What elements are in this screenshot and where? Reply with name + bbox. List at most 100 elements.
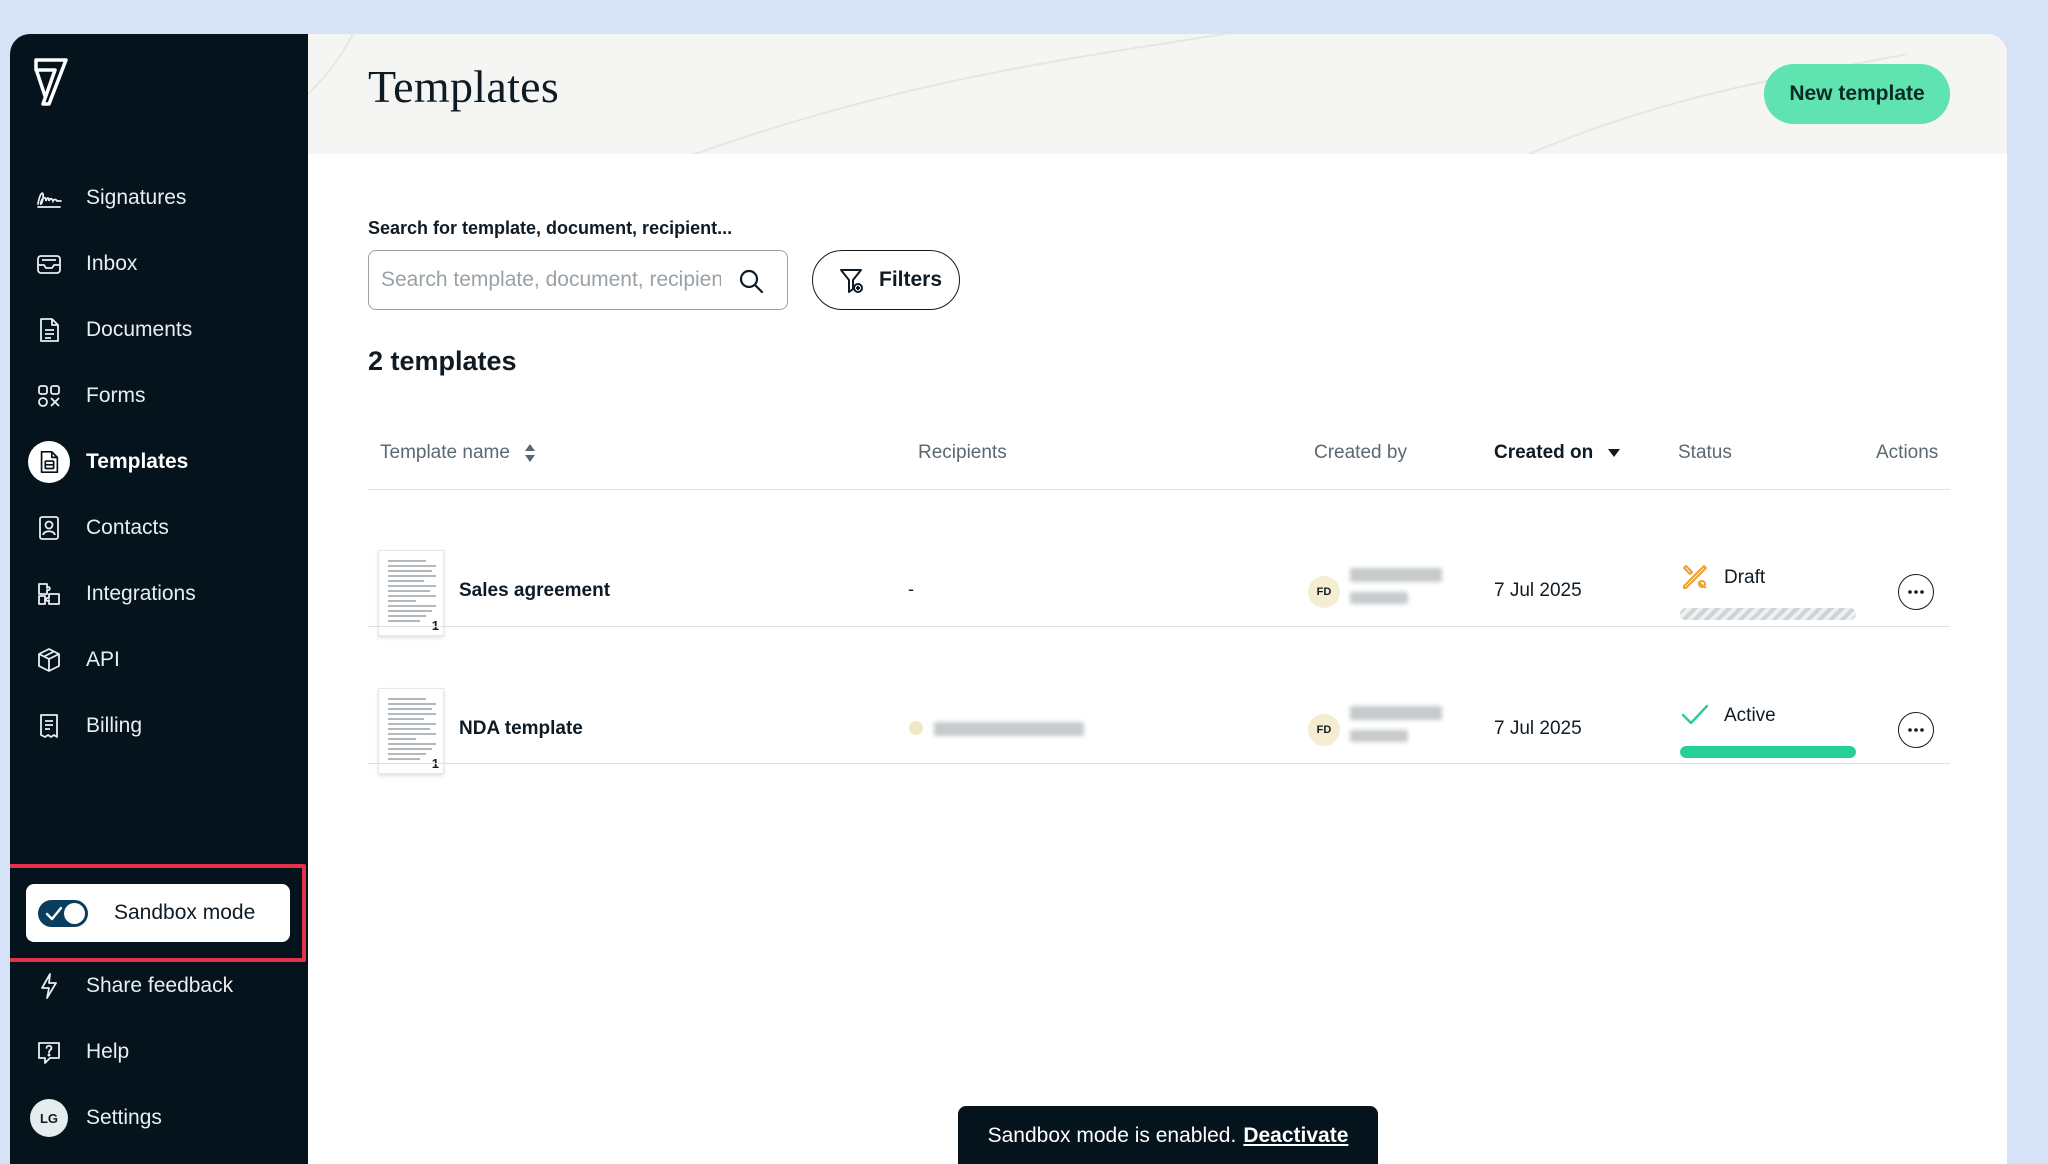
search-label: Search for template, document, recipient… bbox=[368, 218, 733, 238]
template-name[interactable]: Sales agreement bbox=[459, 580, 610, 602]
lightning-icon bbox=[34, 971, 64, 1001]
toggle-knob bbox=[64, 903, 85, 924]
sidebar-item-contacts[interactable]: Contacts bbox=[10, 500, 308, 556]
integrations-icon bbox=[34, 579, 64, 609]
page-title: Templates bbox=[368, 61, 560, 112]
sandbox-toast: Sandbox mode is enabled. Deactivate bbox=[958, 1106, 1378, 1164]
sidebar-item-label: Integrations bbox=[86, 582, 196, 605]
sidebar-item-label: Billing bbox=[86, 714, 143, 737]
header-decoration bbox=[308, 34, 1908, 154]
sidebar-item-signatures[interactable]: Signatures bbox=[10, 170, 308, 226]
filters-label: Filters bbox=[879, 268, 943, 291]
check-icon bbox=[45, 906, 63, 921]
check-icon bbox=[1681, 704, 1709, 725]
document-icon bbox=[34, 315, 64, 345]
status-label: Draft bbox=[1724, 567, 1766, 588]
sidebar-item-forms[interactable]: Forms bbox=[10, 368, 308, 424]
status-progress-bar bbox=[1680, 608, 1856, 620]
created-on-date: 7 Jul 2025 bbox=[1494, 580, 1582, 601]
row-actions-button[interactable] bbox=[1898, 574, 1934, 610]
recipient-name-redacted bbox=[934, 722, 1084, 736]
progress-fill bbox=[1680, 746, 1856, 758]
new-template-button[interactable]: New template bbox=[1764, 64, 1950, 124]
column-status: Status bbox=[1678, 442, 1732, 464]
app-logo[interactable] bbox=[33, 58, 69, 106]
sidebar-item-integrations[interactable]: Integrations bbox=[10, 566, 308, 622]
toggle-switch[interactable] bbox=[38, 900, 88, 927]
row-actions-button[interactable] bbox=[1898, 712, 1934, 748]
sort-desc-icon[interactable] bbox=[1607, 448, 1621, 458]
api-icon bbox=[34, 645, 64, 675]
column-template-name[interactable]: Template name bbox=[380, 442, 536, 464]
sidebar-item-templates[interactable]: Templates bbox=[10, 434, 308, 490]
avatar: LG bbox=[30, 1099, 68, 1137]
filter-icon bbox=[840, 269, 863, 293]
created-on-date: 7 Jul 2025 bbox=[1494, 718, 1582, 739]
more-icon bbox=[1908, 728, 1924, 732]
billing-icon bbox=[34, 711, 64, 741]
status-label: Active bbox=[1724, 705, 1776, 726]
avatar-initials: LG bbox=[30, 1099, 68, 1137]
column-label: Created by bbox=[1314, 442, 1407, 463]
sandbox-mode-toggle[interactable]: Sandbox mode bbox=[26, 884, 290, 942]
sort-icon[interactable] bbox=[524, 443, 536, 463]
sidebar-item-label: Inbox bbox=[86, 252, 138, 275]
divider bbox=[368, 626, 1950, 627]
more-icon bbox=[1908, 590, 1924, 594]
templates-icon bbox=[28, 441, 70, 483]
deactivate-link[interactable]: Deactivate bbox=[1243, 1124, 1348, 1148]
column-created-on[interactable]: Created on bbox=[1494, 442, 1621, 464]
sidebar-item-label: Documents bbox=[86, 318, 193, 341]
signature-icon bbox=[34, 183, 64, 213]
divider bbox=[368, 763, 1950, 764]
contacts-icon bbox=[34, 513, 64, 543]
sidebar-item-label: Contacts bbox=[86, 516, 169, 539]
column-label: Template name bbox=[380, 442, 510, 463]
sidebar-item-label: Help bbox=[86, 1040, 130, 1063]
search-icon[interactable] bbox=[737, 267, 765, 295]
column-label: Created on bbox=[1494, 442, 1594, 463]
creator-avatar: FD bbox=[1308, 576, 1340, 608]
draft-icon bbox=[1683, 565, 1707, 589]
document-thumbnail[interactable]: 1 bbox=[378, 550, 444, 636]
sidebar-item-share-feedback[interactable]: Share feedback bbox=[10, 958, 308, 1014]
toast-message: Sandbox mode is enabled. bbox=[987, 1124, 1237, 1147]
sidebar-item-label: Share feedback bbox=[86, 974, 234, 997]
filters-button[interactable]: Filters bbox=[812, 250, 960, 310]
sidebar-item-documents[interactable]: Documents bbox=[10, 302, 308, 358]
template-name[interactable]: NDA template bbox=[459, 718, 583, 740]
sidebar-item-label: Settings bbox=[86, 1106, 162, 1129]
sidebar-item-settings[interactable]: LG Settings bbox=[10, 1090, 308, 1146]
sidebar-item-label: Signatures bbox=[86, 186, 187, 209]
sidebar-item-api[interactable]: API bbox=[10, 632, 308, 688]
sidebar-item-label: Forms bbox=[86, 384, 146, 407]
recipient-avatar bbox=[909, 721, 923, 735]
creator-name-redacted bbox=[1350, 568, 1442, 582]
sidebar: Signatures Inbox Documents Forms Templat bbox=[10, 34, 308, 1164]
search-box[interactable] bbox=[368, 250, 788, 310]
sidebar-item-help[interactable]: Help bbox=[10, 1024, 308, 1080]
search-input[interactable] bbox=[381, 265, 721, 295]
sidebar-item-label: API bbox=[86, 648, 120, 671]
sandbox-mode-label: Sandbox mode bbox=[114, 901, 256, 924]
sidebar-item-inbox[interactable]: Inbox bbox=[10, 236, 308, 292]
creator-avatar: FD bbox=[1308, 714, 1340, 746]
column-label: Actions bbox=[1876, 442, 1939, 463]
creator-email-redacted bbox=[1350, 592, 1408, 604]
creator-email-redacted bbox=[1350, 730, 1408, 742]
column-actions: Actions bbox=[1876, 442, 1938, 464]
main-content: Templates New template Search for templa… bbox=[308, 34, 2007, 1164]
table-row[interactable]: 1 Sales agreement - FD 7 Jul 2025 Draft bbox=[368, 524, 1950, 660]
page-header: Templates New template bbox=[308, 34, 2007, 154]
document-thumbnail[interactable]: 1 bbox=[378, 688, 444, 774]
inbox-icon bbox=[34, 249, 64, 279]
status-progress-bar bbox=[1680, 746, 1856, 758]
column-recipients: Recipients bbox=[918, 442, 1007, 464]
table-row[interactable]: 1 NDA template FD 7 Jul 2025 Active bbox=[368, 662, 1950, 798]
sidebar-item-billing[interactable]: Billing bbox=[10, 698, 308, 754]
sidebar-item-label: Templates bbox=[86, 450, 189, 473]
column-label: Recipients bbox=[918, 442, 1007, 463]
app-window: Signatures Inbox Documents Forms Templat bbox=[10, 34, 2007, 1164]
divider bbox=[368, 489, 1950, 490]
templates-count: 2 templates bbox=[368, 346, 517, 376]
